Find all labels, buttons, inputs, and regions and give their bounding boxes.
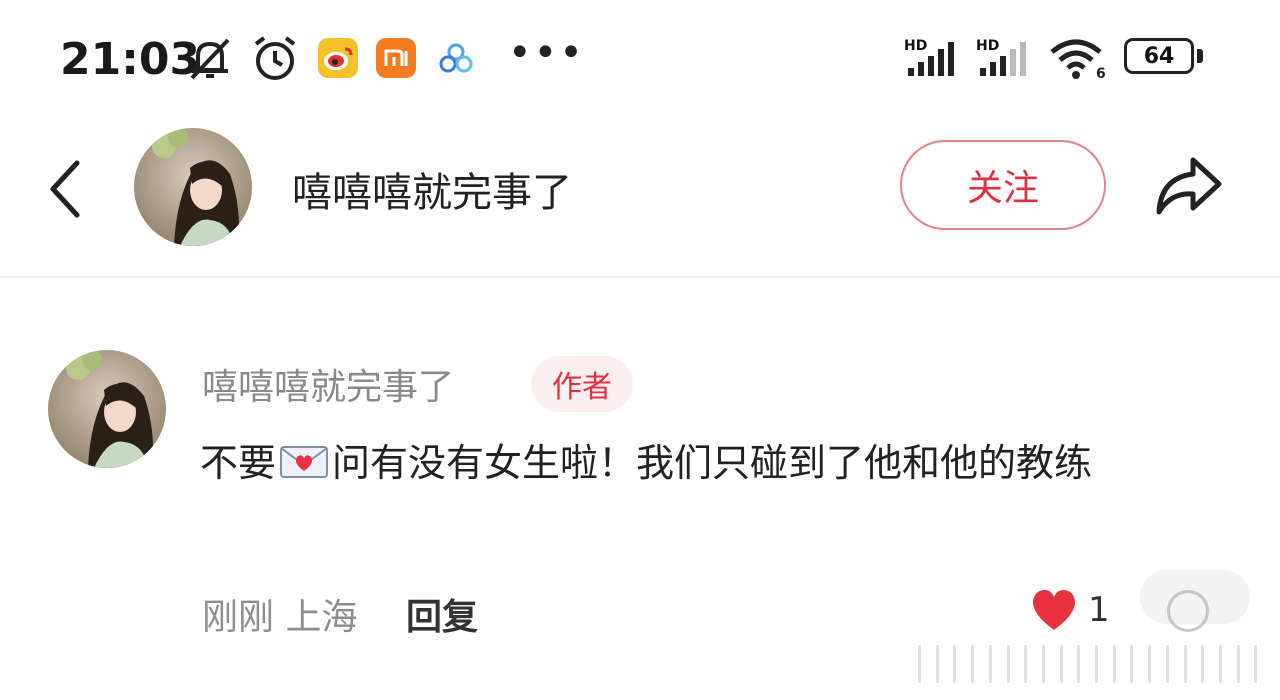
author-avatar[interactable] (134, 128, 252, 246)
heart-icon (1032, 590, 1076, 630)
battery-level: 64 (1143, 43, 1175, 69)
follow-button[interactable]: 关注 (900, 140, 1106, 230)
comment-text-part-1: 不要 (200, 441, 277, 485)
wifi-icon: 6 (1050, 39, 1106, 80)
header-divider (0, 276, 1280, 278)
share-button[interactable] (1148, 148, 1228, 224)
comment-author-name[interactable]: 嘻嘻嘻就完事了 (202, 358, 454, 410)
svg-text:6: 6 (1096, 66, 1106, 80)
weibo-icon (318, 38, 358, 78)
author-name[interactable]: 嘻嘻嘻就完事了 (292, 160, 572, 218)
like-count: 1 (1088, 590, 1110, 630)
comment-avatar[interactable] (48, 350, 166, 468)
alarm-icon (254, 36, 296, 80)
more-notifications-indicator: ••• (508, 30, 585, 76)
mute-bell-icon (190, 38, 230, 80)
watermark-ring (1167, 590, 1209, 632)
signal-icon (908, 42, 954, 76)
comment-meta: 刚刚 上海 (202, 597, 358, 638)
like-button[interactable] (1030, 588, 1078, 636)
reply-button[interactable]: 回复 (406, 588, 478, 640)
comment-text-part-2: 问有没有女生啦！我们只碰到了他和他的教练 (332, 441, 1093, 485)
battery-tip (1197, 49, 1203, 63)
battery-icon: 64 (1124, 38, 1194, 74)
comment-text: 不要 问有没有女生啦！我们只碰到了他和他的教练 (200, 428, 1220, 498)
back-button[interactable] (40, 154, 90, 224)
share-icon (1156, 157, 1222, 215)
mi-icon (376, 38, 416, 78)
status-bar: 21:03 ••• HD HD 6 64 (0, 0, 1280, 110)
love-letter-icon (280, 446, 329, 478)
baidu-cloud-icon (439, 43, 473, 73)
signal-icon-2 (980, 42, 1026, 76)
back-arrow-icon (50, 160, 80, 218)
post-header: 嘻嘻嘻就完事了 关注 (0, 118, 1280, 276)
watermark-strip (918, 640, 1266, 688)
status-time: 21:03 (60, 34, 201, 85)
author-tag-badge: 作者 (531, 356, 633, 412)
